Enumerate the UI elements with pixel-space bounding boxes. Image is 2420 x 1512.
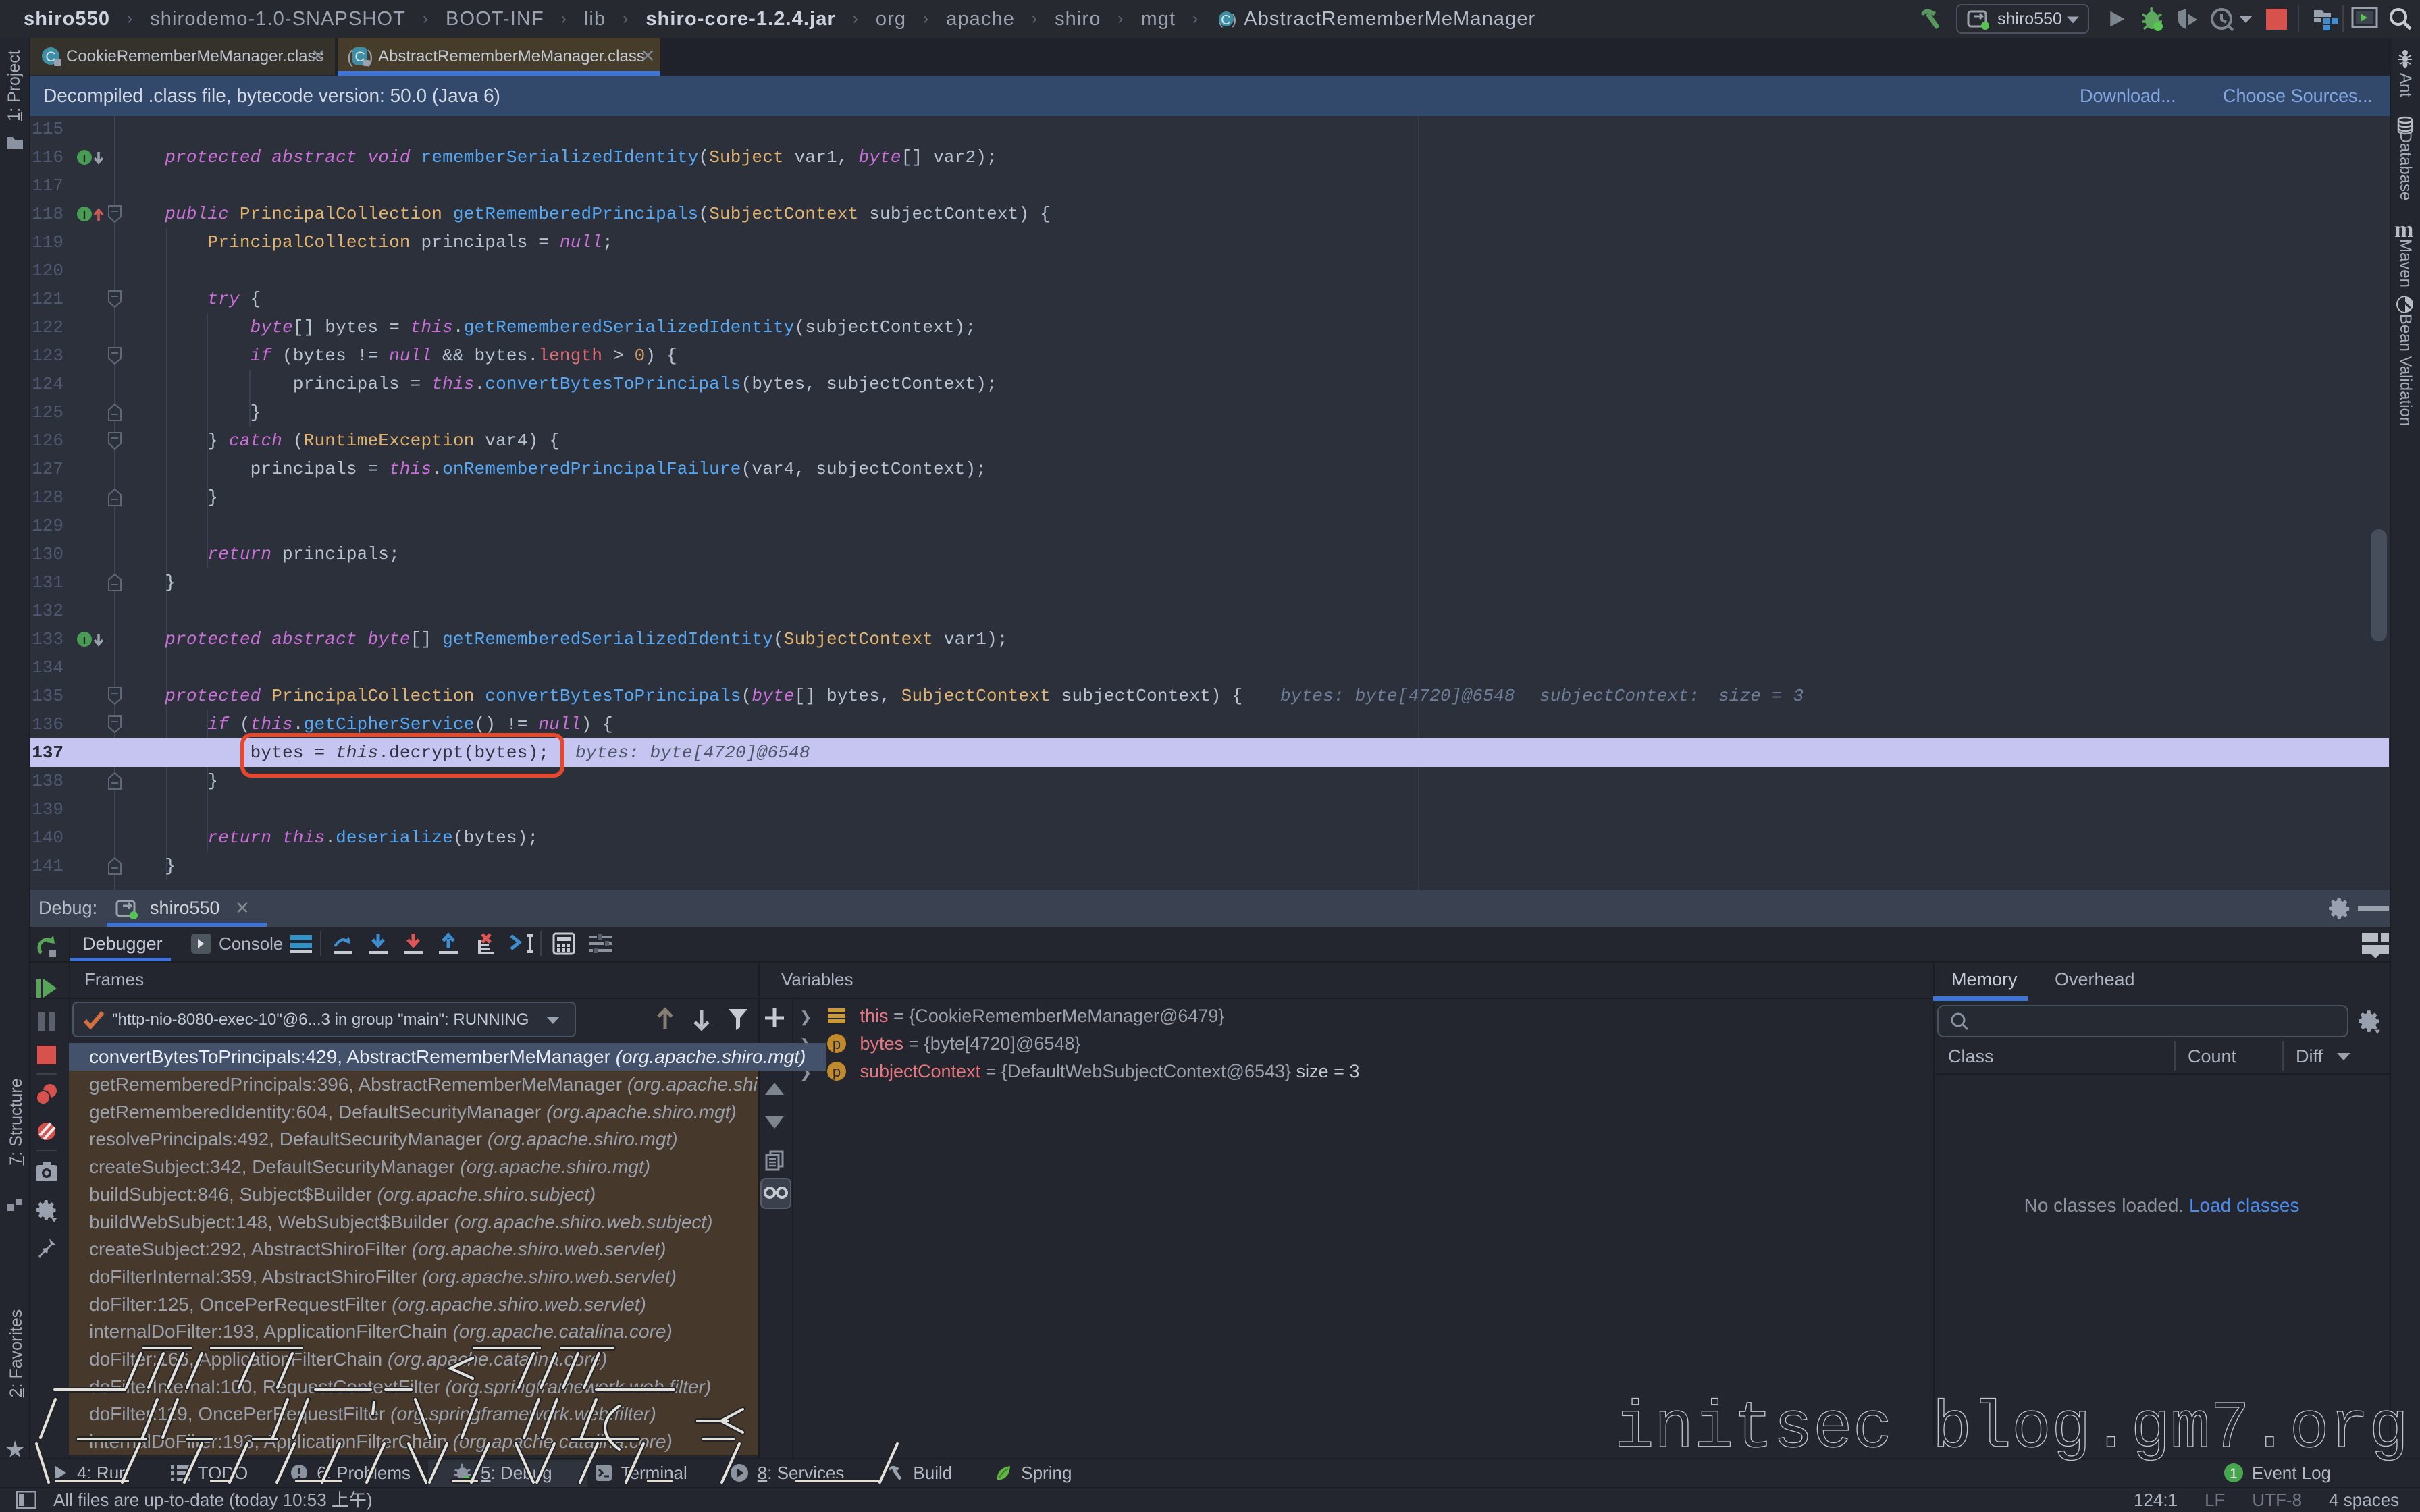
svg-text:p: p — [833, 1035, 841, 1052]
svg-text:C: C — [1221, 13, 1232, 28]
svg-text:1: 1 — [2230, 1466, 2238, 1482]
svg-text:): ) — [1232, 11, 1237, 28]
svg-text:(: ( — [347, 47, 353, 67]
svg-text:p: p — [833, 1063, 841, 1080]
svg-text:I: I — [83, 210, 86, 221]
svg-text:I: I — [83, 153, 86, 165]
svg-text:I: I — [83, 635, 86, 647]
